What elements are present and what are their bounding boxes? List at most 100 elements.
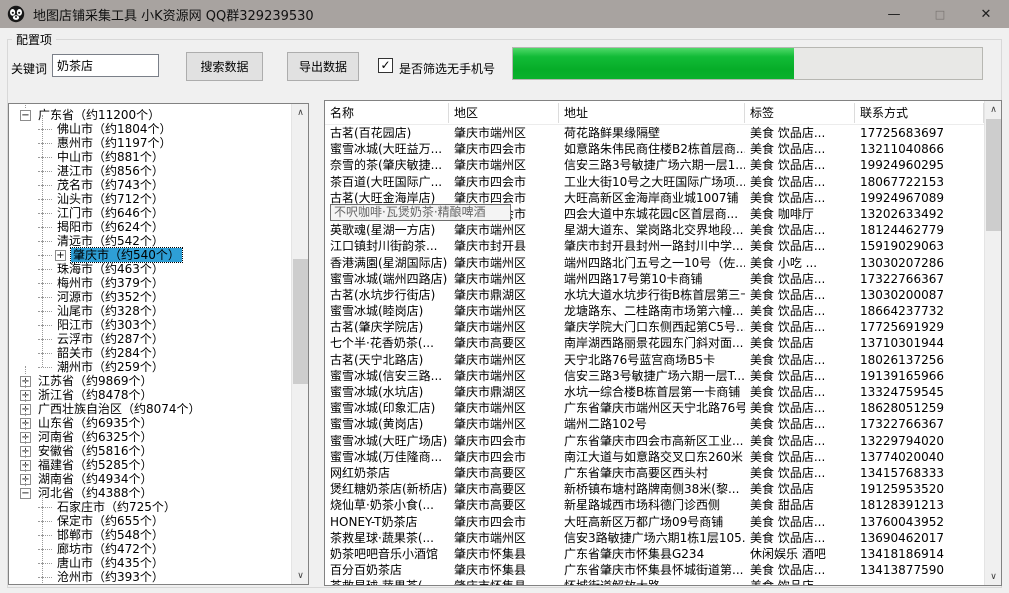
tree-item[interactable]: 韶关市（约284个） [9, 346, 291, 360]
column-header[interactable]: 名称 [325, 103, 449, 123]
tree-item[interactable]: +江苏省（约9869个） [9, 374, 291, 388]
export-data-button[interactable]: 导出数据 [287, 52, 359, 81]
tree-item[interactable]: 沧州市（约393个） [9, 570, 291, 584]
table-cell [855, 578, 984, 585]
table-cell: 13710301944 [855, 335, 984, 351]
tree-item[interactable]: 中山市（约881个） [9, 150, 291, 164]
tree-item[interactable]: 梅州市（约379个） [9, 276, 291, 290]
table-row[interactable]: 古茗(水坑步行街店)肇庆市鼎湖区水坑大道水坑步行街B栋首层第三卡美食 饮品店..… [325, 287, 984, 303]
table-row[interactable]: 奈雪的茶(肇庆敏捷...肇庆市端州区信安三路3号敏捷广场六期一层1...美食 饮… [325, 157, 984, 173]
collapse-icon[interactable]: − [20, 488, 31, 499]
table-row[interactable]: 英歌魂(星湖一方店)肇庆市端州区星湖大道东、棠岗路北交界地段...美食 饮品店.… [325, 222, 984, 238]
table-scrollbar-thumb[interactable] [986, 119, 1001, 231]
tree-item[interactable]: 汕尾市（约328个） [9, 304, 291, 318]
tree-item[interactable]: 珠海市（约463个） [9, 262, 291, 276]
table-row[interactable]: 奶茶吧吧音乐小酒馆肇庆市怀集县广东省肇庆市怀集县G234休闲娱乐 酒吧13418… [325, 546, 984, 562]
tree-scrollbar-thumb[interactable] [293, 259, 308, 384]
table-row[interactable]: 香港满園(星湖国际店)肇庆市端州区端州四路北门五号之一10号（佐...美食 小吃… [325, 255, 984, 271]
tree-item[interactable]: 湛江市（约856个） [9, 164, 291, 178]
table-row[interactable]: 蜜雪冰城(水坑店)肇庆市鼎湖区水坑一综合楼B栋首层第一卡商铺美食 饮品店...1… [325, 384, 984, 400]
tree-item[interactable]: 江门市（约646个） [9, 206, 291, 220]
table-row[interactable]: 江口镇封川街韵茶...肇庆市封开县肇庆市封开县封州一路封川中学...美食 饮品店… [325, 238, 984, 254]
table-row[interactable]: 百分百奶茶店肇庆市怀集县广东省肇庆市怀集县怀城街道第...美食 饮品店...13… [325, 562, 984, 578]
tree-item[interactable]: 阳江市（约303个） [9, 318, 291, 332]
search-data-button[interactable]: 搜索数据 [186, 52, 263, 81]
tree-item-label: 唐山市（约435个） [55, 556, 166, 570]
tree-item[interactable]: 清远市（约542个） [9, 234, 291, 248]
tree-item[interactable]: 廊坊市（约472个） [9, 542, 291, 556]
collapse-icon[interactable]: − [20, 110, 31, 121]
table-row[interactable]: 蜜雪冰城(大旺益万...肇庆市四会市如意路朱伟民商住楼B2栋首层商...美食 饮… [325, 141, 984, 157]
tree-item[interactable]: 佛山市（约1804个） [9, 122, 291, 136]
tree-item[interactable]: +安徽省（约5816个） [9, 444, 291, 458]
tree-item[interactable]: 石家庄市（约725个） [9, 500, 291, 514]
tree-item[interactable]: +福建省（约5285个） [9, 458, 291, 472]
tree-connector [38, 521, 52, 522]
table-cell: 美食 咖啡厅 [745, 206, 855, 222]
filter-no-phone-checkbox[interactable]: ✓ [378, 58, 393, 73]
table-row[interactable]: 古茗(肇庆学院店)肇庆市端州区肇庆学院大门口东侧西起第C5号...美食 饮品店.… [325, 319, 984, 335]
tree-item[interactable]: +浙江省（约8478个） [9, 388, 291, 402]
table-row[interactable]: 蜜雪冰城(睦岗店)肇庆市端州区龙塘路东、二桂路南市场第六幢...美食 饮品店..… [325, 303, 984, 319]
scroll-up-icon[interactable]: ∧ [985, 101, 1002, 118]
tree-item[interactable]: 唐山市（约435个） [9, 556, 291, 570]
tree-item[interactable]: 惠州市（约1197个） [9, 136, 291, 150]
tree-item[interactable]: +湖南省（约4934个） [9, 472, 291, 486]
table-row[interactable]: 古茗(天宁北路店)肇庆市端州区天宁北路76号蓝宫商场B5卡美食 饮品店...18… [325, 352, 984, 368]
table-row[interactable]: 烧仙草·奶茶小食(...肇庆市高要区新星路城西市场科德门诊西侧美食 甜品店181… [325, 497, 984, 513]
table-row[interactable]: 古茗(百花园店)肇庆市端州区荷花路鲜果缘隔壁美食 饮品店...177256836… [325, 125, 984, 141]
tree-item[interactable]: −广东省（约11200个） [9, 108, 291, 122]
table-row[interactable]: 茶百道(大旺国际广...肇庆市四会市工业大街10号之大旺国际广场项...美食 饮… [325, 174, 984, 190]
table-row[interactable]: 网红奶茶店肇庆市高要区广东省肇庆市高要区西头村美食 饮品店...13415768… [325, 465, 984, 481]
tree-item[interactable]: +河南省（约6325个） [9, 430, 291, 444]
scroll-up-icon[interactable]: ∧ [292, 104, 309, 121]
table-cell: 大旺高新区万都广场09号商铺 [559, 514, 745, 530]
tree-item[interactable]: +肇庆市（约540个） [9, 248, 291, 262]
tree-guide-line [25, 408, 26, 416]
tree-item-label: 惠州市（约1197个） [55, 136, 174, 150]
table-row[interactable]: 蜜雪冰城(印象汇店)肇庆市端州区广东省肇庆市端州区天宁北路76号美食 饮品店..… [325, 400, 984, 416]
tree-item[interactable]: 潮州市（约259个） [9, 360, 291, 374]
scroll-down-icon[interactable]: ∨ [985, 568, 1002, 585]
scroll-down-icon[interactable]: ∨ [292, 567, 309, 584]
column-header[interactable]: 地址 [559, 103, 745, 123]
column-header[interactable]: 联系方式 [855, 103, 984, 123]
table-cell: 怀城街道解放大路... [559, 578, 745, 585]
table-cell: 蜜雪冰城(水坑店) [325, 384, 449, 400]
table-row[interactable]: 蜜雪冰城(大旺广场店)肇庆市四会市广东省肇庆市四会市高新区工业...美食 饮品店… [325, 433, 984, 449]
tree-item[interactable]: +广西壮族自治区（约8074个） [9, 402, 291, 416]
tree-item[interactable]: 茂名市（约743个） [9, 178, 291, 192]
tree-guide-line [42, 143, 43, 157]
keyword-input[interactable] [52, 54, 159, 77]
tree-item[interactable]: 邯郸市（约548个） [9, 528, 291, 542]
tree-item[interactable]: 河源市（约352个） [9, 290, 291, 304]
table-row[interactable]: 蜜雪冰城(端州四路店)肇庆市端州区端州四路17号第10卡商铺美食 饮品店...1… [325, 271, 984, 287]
tree-guide-line [42, 199, 43, 213]
table-row[interactable]: 蜜雪冰城(万佳隆商...肇庆市四会市南江大道与如意路交叉口东260米美食 饮品店… [325, 449, 984, 465]
table-row[interactable]: 茶救星球·蔬果茶(...肇庆市怀集县怀城街道解放大路...美食 饮品店 [325, 578, 984, 585]
tree-item[interactable]: 汕头市（约712个） [9, 192, 291, 206]
table-row[interactable]: 煲红糖奶茶店(新桥店)肇庆市高要区新桥镇布塘村路牌南侧38米(黎...美食 饮品… [325, 481, 984, 497]
tree-scrollbar[interactable]: ∧ ∨ [291, 104, 308, 584]
close-button-icon[interactable]: ✕ [963, 0, 1009, 28]
table-cell: 13202633492 [855, 206, 984, 222]
table-scrollbar[interactable]: ∧ ∨ [984, 101, 1001, 585]
tree-item[interactable]: −河北省（约4388个） [9, 486, 291, 500]
column-header[interactable]: 地区 [449, 103, 559, 123]
minimize-button-icon[interactable]: — [871, 0, 917, 28]
expand-icon[interactable]: + [55, 250, 66, 261]
table-row[interactable]: 蜜雪冰城(黄岗店)肇庆市端州区端州二路102号美食 饮品店...17322766… [325, 416, 984, 432]
column-header[interactable]: 标签 [745, 103, 855, 123]
tree-guide-line [42, 283, 43, 297]
tree-connector [38, 563, 52, 564]
tree-item[interactable]: +山东省（约6935个） [9, 416, 291, 430]
tree-guide-line [42, 339, 43, 353]
table-row[interactable]: 蜜雪冰城(信安三路...肇庆市端州区信安三路3号敏捷广场六期一层T...美食 饮… [325, 368, 984, 384]
table-row[interactable]: 七个半·花香奶茶(...肇庆市高要区南岸湖西路丽景花园东门斜对面...美食 饮品… [325, 335, 984, 351]
tree-item[interactable]: 揭阳市（约624个） [9, 220, 291, 234]
tree-item[interactable]: 保定市（约655个） [9, 514, 291, 528]
table-cell: 烧仙草·奶茶小食(... [325, 497, 449, 513]
table-row[interactable]: 茶救星球·蔬果茶(...肇庆市端州区信安3路敏捷广场六期1栋1层105...美食… [325, 530, 984, 546]
tree-item[interactable]: 云浮市（约287个） [9, 332, 291, 346]
table-row[interactable]: HONEY-T奶茶店肇庆市四会市大旺高新区万都广场09号商铺美食 饮品店...1… [325, 514, 984, 530]
